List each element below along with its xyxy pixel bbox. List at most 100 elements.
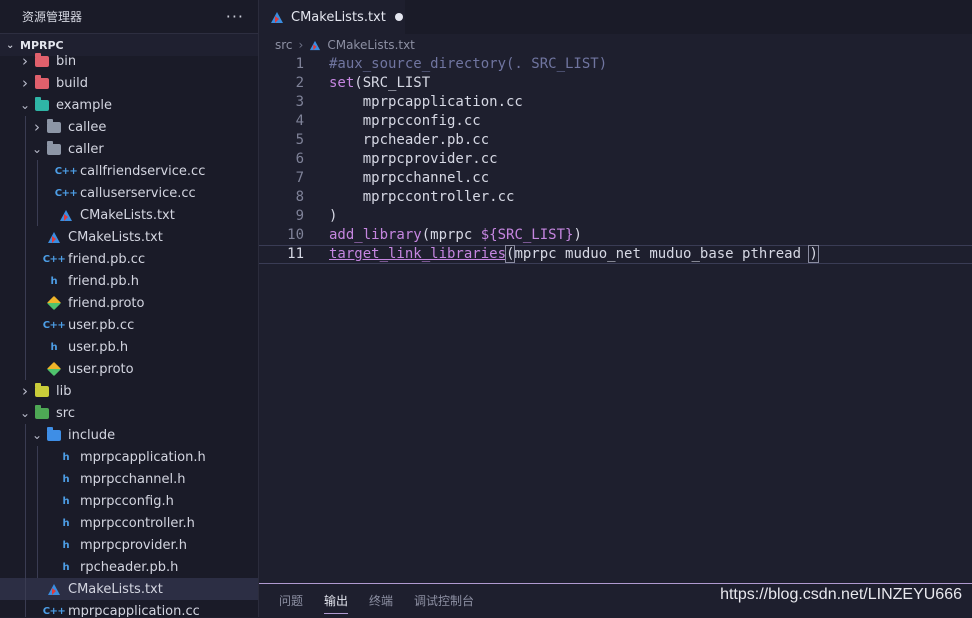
indent-guide [37,160,38,182]
indent-guide [25,468,26,490]
more-actions-icon[interactable]: ··· [226,7,244,26]
tree-item-label: CMakeLists.txt [68,229,163,245]
tree-item-example[interactable]: ⌄ example [0,94,258,116]
tree-item-cmakelists-txt[interactable]: CMakeLists.txt [0,204,258,226]
indent-guide [25,336,26,358]
code-text: mprpcconfig.cc [329,112,481,131]
code-token: mprpcconfig.cc [329,113,481,129]
header-file-icon: h [62,561,70,573]
panel-tab[interactable]: 输出 [324,584,349,618]
tree-item-src[interactable]: ⌄ src [0,402,258,424]
tree-item-mprpcprovider-h[interactable]: h mprpcprovider.h [0,534,258,556]
folder-open-icon [46,426,62,442]
line-number: 11 [287,246,304,262]
indent-guide [25,534,26,556]
tree-item-build[interactable]: › build [0,72,258,94]
header-file-icon: h [62,495,70,507]
chevron-right-icon: › [22,74,28,92]
cpp-file-icon: C++ [42,253,66,265]
code-token: ) [329,208,338,224]
code-editor[interactable]: 1 #aux_source_directory(. SRC_LIST) 2 set(S… [259,55,972,583]
code-line[interactable]: 6 mprpcprovider.cc [259,150,972,169]
panel-tab[interactable]: 调试控制台 [414,584,474,618]
indent-guide [25,138,26,160]
tree-item-user-pb-h[interactable]: h user.pb.h [0,336,258,358]
code-line[interactable]: 7 mprpcchannel.cc [259,169,972,188]
line-number: 9 [295,208,304,224]
code-token: set [329,75,355,91]
indent-guide [25,446,26,468]
code-line[interactable]: 8 mprpccontroller.cc [259,188,972,207]
tree-item-friend-pb-h[interactable]: h friend.pb.h [0,270,258,292]
code-line[interactable]: 10 add_library(mprpc ${SRC_LIST}) [259,226,972,245]
tree-item-lib[interactable]: › lib [0,380,258,402]
tree-item-friend-proto[interactable]: friend.proto [0,292,258,314]
editor-tab-cmakelists[interactable]: CMakeLists.txt [259,0,405,34]
tree-item-label: user.proto [68,361,134,377]
breadcrumb-folder[interactable]: src [275,38,293,52]
tree-item-callfriendservice-cc[interactable]: C++ callfriendservice.cc [0,160,258,182]
code-line[interactable]: 4 mprpcconfig.cc [259,112,972,131]
file-tree: › bin › build ⌄ example › callee ⌄ caller C++ callf… [0,50,258,617]
unsaved-dot-icon[interactable] [394,13,403,21]
indent-guide [37,534,38,556]
folder-open-icon [34,404,50,420]
breadcrumb: src › CMakeLists.txt [259,35,972,55]
code-token: (SRC_LIST [354,75,431,91]
tree-item-label: build [56,75,88,91]
cpp-file-icon: C++ [54,165,78,177]
tree-item-mprpcapplication-cc[interactable]: C++ mprpcapplication.cc [0,600,258,617]
tree-item-label: mprpccontroller.h [80,515,195,531]
code-line[interactable]: 2 set(SRC_LIST [259,74,972,93]
indent-guide [25,556,26,578]
folder-shape [35,404,49,419]
chevron-down-icon: ⌄ [6,39,15,51]
code-token: ) [573,227,582,243]
proto-file-icon [46,295,62,311]
cpp-file-icon: C++ [54,187,78,199]
code-token: (mprpc [421,227,481,243]
tree-item-cmakelists-txt[interactable]: CMakeLists.txt [0,226,258,248]
code-line[interactable]: 11 target_link_libraries(mprpc muduo_net … [259,245,972,264]
header-file-icon: h [62,517,70,529]
tree-item-friend-pb-cc[interactable]: C++ friend.pb.cc [0,248,258,270]
indent-guide [37,556,38,578]
panel-tab[interactable]: 终端 [369,584,393,618]
tree-item-mprpccontroller-h[interactable]: h mprpccontroller.h [0,512,258,534]
tree-item-mprpcapplication-h[interactable]: h mprpcapplication.h [0,446,258,468]
code-line[interactable]: 1 #aux_source_directory(. SRC_LIST) [259,55,972,74]
folder-icon [34,382,50,398]
chevron-right-icon: › [22,52,28,70]
tree-item-calluserservice-cc[interactable]: C++ calluserservice.cc [0,182,258,204]
panel-tab[interactable]: 问题 [279,584,303,618]
code-line[interactable]: 5 rpcheader.pb.cc [259,131,972,150]
tree-item-callee[interactable]: › callee [0,116,258,138]
breadcrumb-file[interactable]: CMakeLists.txt [309,38,415,52]
tree-item-cmakelists-txt[interactable]: CMakeLists.txt [0,578,258,600]
code-line[interactable]: 3 mprpcapplication.cc [259,93,972,112]
explorer-title: 资源管理器 [22,10,83,24]
code-text: mprpcprovider.cc [329,150,498,169]
tree-item-mprpcconfig-h[interactable]: h mprpcconfig.h [0,490,258,512]
header-file-icon: h [50,275,58,287]
explorer-header: 资源管理器 ··· [0,0,258,33]
code-line[interactable]: 9) [259,207,972,226]
watermark: https://blog.csdn.net/LINZEYU666 [720,586,962,603]
chevron-right-icon: › [34,118,40,136]
tree-item-label: src [56,405,75,421]
indent-guide [37,468,38,490]
tree-item-label: callee [68,119,107,135]
tree-item-caller[interactable]: ⌄ caller [0,138,258,160]
tree-item-user-proto[interactable]: user.proto [0,358,258,380]
cmake-triangle [48,231,60,243]
tree-item-mprpcchannel-h[interactable]: h mprpcchannel.h [0,468,258,490]
folder-shape [35,96,49,111]
tree-item-user-pb-cc[interactable]: C++ user.pb.cc [0,314,258,336]
tree-item-rpcheader-pb-h[interactable]: h rpcheader.pb.h [0,556,258,578]
indent-guide [25,490,26,512]
tree-item-include[interactable]: ⌄ include [0,424,258,446]
tree-item-bin[interactable]: › bin [0,50,258,72]
folder-shape [35,52,49,67]
tree-item-label: user.pb.cc [68,317,135,333]
folder-open-icon [34,96,50,112]
